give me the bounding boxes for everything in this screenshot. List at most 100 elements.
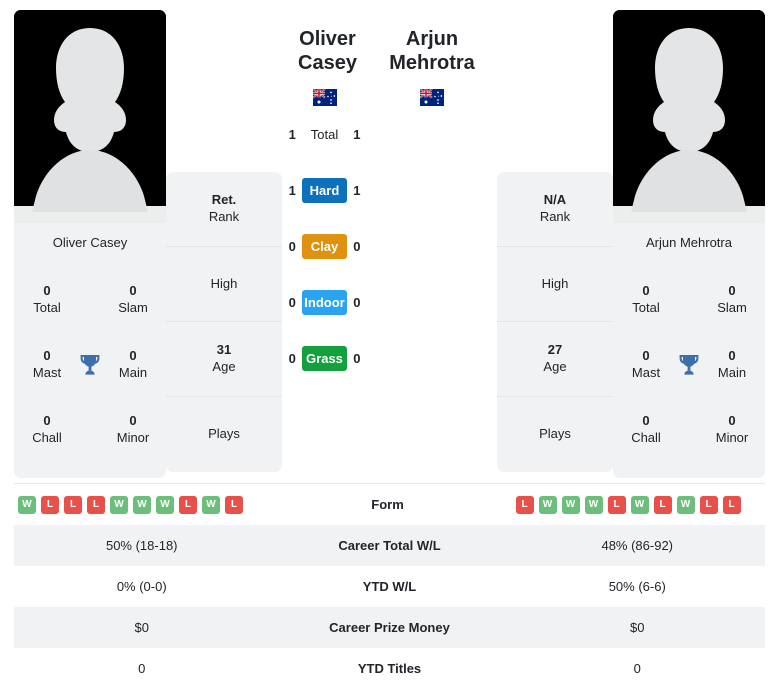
row-label-career-prize-money: Career Prize Money [329,620,450,635]
left-info-plays: Plays [166,397,282,472]
left-titles-row-3: 0 Chall 0 Minor [22,397,158,462]
table-row: WLLLWWWLWL Form LWWWLWLWLL [14,484,765,525]
left-titles-row-1: 0 Total 0 Slam [22,267,158,332]
left-ytd-titles: 0 [138,661,146,676]
row-label-form: Form [371,497,404,512]
left-titles-row-2: 0 Mast 0 Main [22,332,158,397]
person-silhouette-icon [613,10,765,223]
australia-flag-icon [420,89,444,107]
player-comparison-page: Oliver Casey 0 Total 0 Slam 0 Mast 0 Mai… [0,0,779,699]
left-titles-grid: 0 Total 0 Slam 0 Mast 0 Main 0 Chall 0 M… [14,263,166,478]
form-badge-w: W [202,495,220,514]
label: Rank [208,209,240,224]
right-player-name[interactable]: Arjun Mehrotra [367,28,497,75]
right-ytd-titles: 0 [633,661,641,676]
h2h-left-value: 1 [288,126,296,142]
right-name-column: Arjun Mehrotra [367,10,497,107]
h2h-right-value: 1 [353,126,361,142]
left-player-photo-card[interactable]: Oliver Casey 0 Total 0 Slam 0 Mast 0 Mai… [14,10,166,479]
form-badge-l: L [179,495,197,514]
row-label-ytd-wl: YTD W/L [362,579,417,594]
stats-comparison-table: WLLLWWWLWL Form LWWWLWLWLL 50% (18-18) C… [14,483,765,689]
h2h-badge-indoor[interactable]: Indoor [302,289,347,315]
label: Main [717,364,747,380]
label: Minor [715,429,749,445]
form-badge-w: W [561,495,580,514]
right-title-total: 0 Total [621,283,671,317]
left-player-photo [14,10,166,223]
value: 0 [129,282,137,298]
label: Plays [539,426,571,442]
h2h-left-value: 0 [288,350,296,366]
person-silhouette-icon [14,10,166,223]
left-ytd-wl: 0% (0-0) [116,579,167,594]
left-title-slam: 0 Slam [108,283,158,317]
right-player-info-card[interactable]: N/A Rank High 27 Age Plays [497,172,613,472]
h2h-row-total: 1 Total 1 [282,106,367,162]
form-badge-l: L [87,495,105,514]
left-career-prize-money: $0 [134,620,149,635]
right-player-photo-card[interactable]: Arjun Mehrotra 0 Total 0 Slam 0 Mast 0 M… [613,10,765,479]
form-badge-w: W [584,495,603,514]
left-info-rank: Ret. Rank [166,172,282,247]
left-title-mast: 0 Mast [22,348,72,382]
row-label-ytd-titles: YTD Titles [357,661,422,676]
h2h-left-value: 0 [288,238,296,254]
h2h-right-value: 0 [353,350,361,366]
form-badge-w: W [133,495,151,514]
h2h-badge-hard[interactable]: Hard [302,177,347,203]
left-name-column: Oliver Casey 1 Total 1 1 Hard 1 0 Clay 0… [282,10,367,386]
value: 0 [43,347,51,363]
h2h-row-hard: 1 Hard 1 [282,162,367,218]
form-badge-w: W [18,495,36,514]
h2h-left-value: 1 [288,182,296,198]
h2h-row-clay: 0 Clay 0 [282,218,367,274]
right-career-total-wl: 48% (86-92) [601,538,674,553]
label: Chall [32,429,62,445]
form-badge-w: W [156,495,174,514]
left-career-total-wl: 50% (18-18) [105,538,178,553]
h2h-badge-grass[interactable]: Grass [302,345,347,371]
right-title-mast: 0 Mast [621,348,671,382]
label: Mast [32,364,62,380]
right-title-main: 0 Main [707,348,757,382]
h2h-left-value: 0 [288,294,296,310]
left-info-high: High [166,247,282,322]
right-titles-row-3: 0 Chall 0 Minor [621,397,757,462]
right-titles-row-2: 0 Mast 0 Main [621,332,757,397]
row-label-career-total-wl: Career Total W/L [338,538,441,553]
table-row: $0 Career Prize Money $0 [14,607,765,648]
form-badge-l: L [41,495,59,514]
left-photo-caption: Oliver Casey [52,235,128,250]
form-badge-l: L [699,495,718,514]
form-badge-l: L [653,495,672,514]
head-to-head-surface-list: 1 Total 1 1 Hard 1 0 Clay 0 0 Indoor 0 0… [282,106,367,386]
value: 0 [129,347,137,363]
form-badge-w: W [676,495,695,514]
left-title-minor: 0 Minor [108,413,158,447]
left-player-name[interactable]: Oliver Casey [282,28,367,75]
h2h-badge-clay[interactable]: Clay [302,233,347,259]
right-info-rank: N/A Rank [497,172,613,247]
label: Age [543,359,567,374]
table-row: 0% (0-0) YTD W/L 50% (6-6) [14,566,765,607]
table-row: 50% (18-18) Career Total W/L 48% (86-92) [14,525,765,566]
right-info-age: 27 Age [497,322,613,397]
left-info-age: 31 Age [166,322,282,397]
right-form-badges: LWWWLWLWLL [508,495,766,514]
right-ytd-wl: 50% (6-6) [608,579,666,594]
value: 0 [728,347,736,363]
label: Chall [631,429,661,445]
value: 0 [43,282,51,298]
form-badge-l: L [515,495,534,514]
right-titles-grid: 0 Total 0 Slam 0 Mast 0 Main 0 Chall 0 M… [613,263,765,478]
right-info-high: High [497,247,613,322]
label: Rank [539,209,571,224]
label: Total [33,299,61,315]
form-badge-w: W [630,495,649,514]
form-badge-w: W [110,495,128,514]
value: 31 [216,342,232,358]
value: 0 [728,282,736,298]
comparison-header: Oliver Casey 0 Total 0 Slam 0 Mast 0 Mai… [0,0,779,479]
left-player-info-card[interactable]: Ret. Rank High 31 Age Plays [166,172,282,472]
